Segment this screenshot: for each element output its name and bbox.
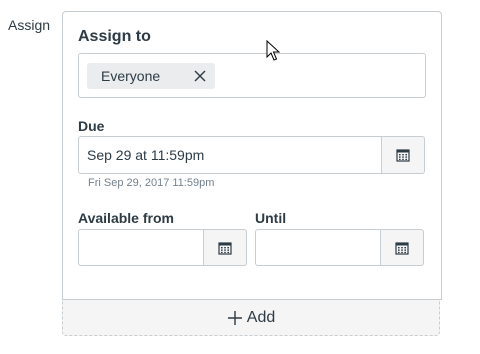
- assignee-input[interactable]: Everyone: [78, 53, 426, 98]
- due-label: Due: [78, 118, 105, 134]
- due-date-input[interactable]: Sep 29 at 11:59pm: [78, 136, 382, 174]
- assign-to-title: Assign to: [78, 28, 151, 45]
- assignee-chip: Everyone: [87, 63, 215, 89]
- calendar-icon: [395, 241, 409, 255]
- add-button-label: Add: [246, 308, 276, 326]
- assign-card: Assign to Everyone Due Sep 29 at 11:59pm: [62, 11, 442, 300]
- mouse-cursor-icon: [266, 40, 280, 61]
- until-calendar-button[interactable]: [380, 229, 424, 266]
- plus-icon: [227, 310, 242, 325]
- due-date-hint: Fri Sep 29, 2017 11:59pm: [88, 177, 215, 189]
- available-from-label: Available from: [78, 210, 174, 226]
- add-assignment-button[interactable]: Add: [62, 299, 440, 336]
- available-from-calendar-button[interactable]: [203, 229, 247, 266]
- available-from-input[interactable]: [78, 229, 204, 266]
- remove-assignee-button[interactable]: [185, 63, 215, 89]
- due-calendar-button[interactable]: [381, 136, 425, 174]
- until-input[interactable]: [255, 229, 381, 266]
- until-label: Until: [255, 210, 287, 226]
- calendar-icon: [396, 149, 410, 162]
- assign-section: Assign Assign to Everyone Due Sep 29 at …: [0, 0, 480, 354]
- section-label: Assign: [8, 17, 51, 33]
- close-icon: [194, 70, 206, 82]
- assignee-chip-label: Everyone: [101, 68, 161, 84]
- calendar-icon: [218, 241, 232, 255]
